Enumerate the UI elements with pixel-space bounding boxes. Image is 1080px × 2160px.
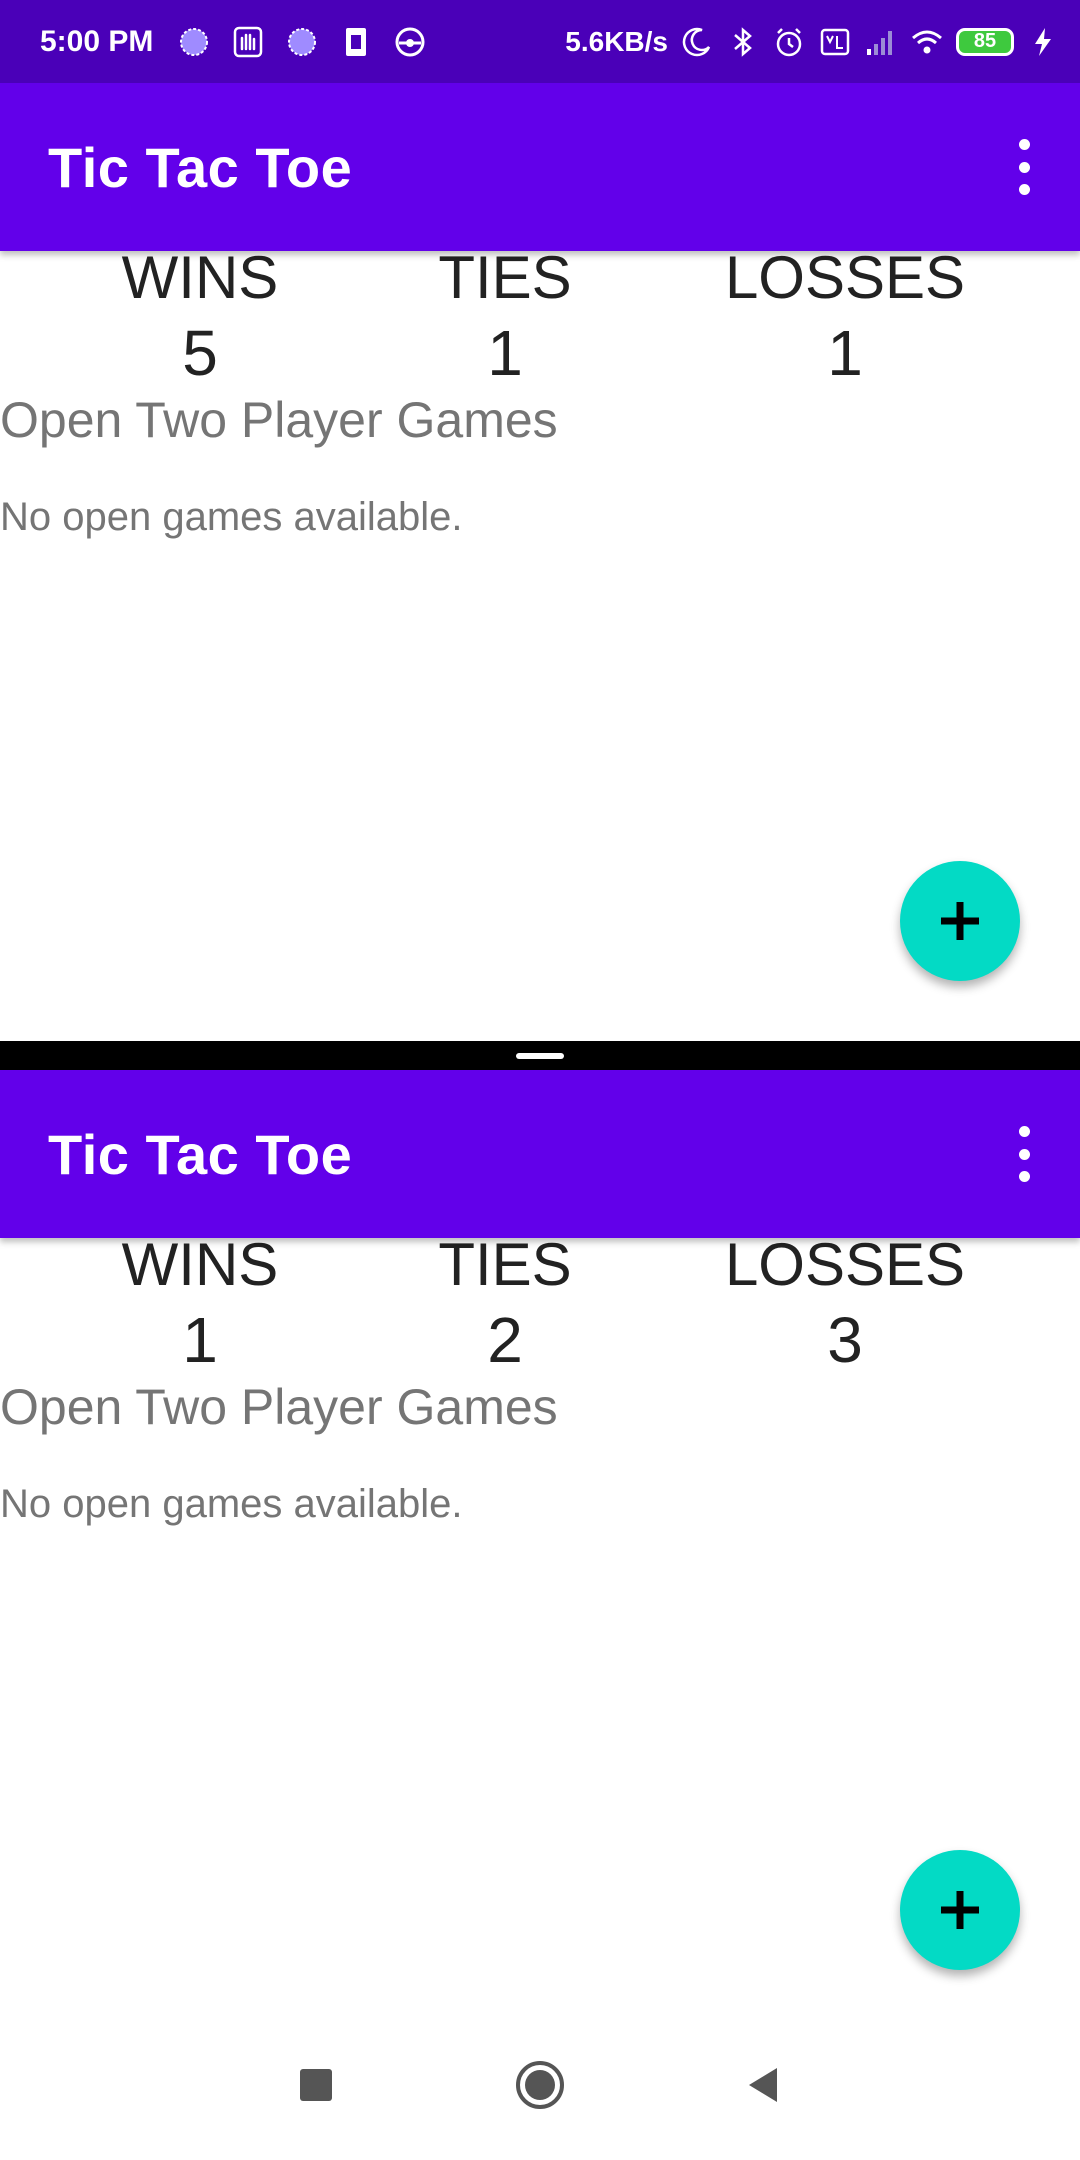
open-games-title: Open Two Player Games: [0, 392, 558, 448]
notification-icons: [177, 25, 427, 59]
plus-icon: [941, 902, 979, 940]
ties-label: TIES: [438, 1231, 572, 1298]
new-game-button[interactable]: [900, 1850, 1020, 1970]
network-speed: 5.6KB/s: [565, 25, 668, 57]
losses-stat: LOSSES 1: [700, 243, 990, 393]
recents-square-icon[interactable]: [286, 2055, 346, 2115]
charging-icon: [1026, 25, 1060, 59]
hand-icon: [231, 25, 265, 59]
open-games-title: Open Two Player Games: [0, 1379, 558, 1435]
top-window: Tic Tac Toe WINS 5 TIES 1 LOSSES 1 Open …: [0, 83, 1080, 1041]
bottom-window: Tic Tac Toe WINS 1 TIES 2 LOSSES 3 Open …: [0, 1070, 1080, 2010]
app-bar: Tic Tac Toe: [0, 1070, 1080, 1238]
ties-stat: TIES 1: [405, 243, 605, 393]
battery-indicator: 85: [956, 27, 1014, 56]
system-status: 5.6KB/s 85: [565, 25, 1060, 59]
ties-stat: TIES 2: [405, 1230, 605, 1380]
volte-icon: [818, 25, 852, 59]
wins-label: WINS: [121, 1231, 279, 1298]
card-app-icon: [339, 25, 373, 59]
more-vert-icon[interactable]: [1004, 1126, 1044, 1182]
wins-value: 1: [182, 1304, 218, 1376]
app-bar: Tic Tac Toe: [0, 83, 1080, 251]
divider-handle[interactable]: [516, 1053, 564, 1059]
ties-value: 1: [487, 317, 523, 389]
app-title: Tic Tac Toe: [48, 136, 353, 199]
no-games-text: No open games available.: [0, 495, 463, 539]
app-title: Tic Tac Toe: [48, 1123, 353, 1186]
status-time: 5:00 PM: [40, 24, 154, 58]
signal-icon: [864, 25, 898, 59]
more-vert-icon[interactable]: [1004, 139, 1044, 195]
new-game-button[interactable]: [900, 861, 1020, 981]
losses-value: 1: [827, 317, 863, 389]
helmet-icon: [393, 25, 427, 59]
bluetooth-icon: [726, 25, 760, 59]
home-circle-icon[interactable]: [510, 2055, 570, 2115]
alarm-icon: [772, 25, 806, 59]
split-screen-divider[interactable]: [0, 1041, 1080, 1070]
wins-stat: WINS 1: [100, 1230, 300, 1380]
losses-label: LOSSES: [724, 244, 966, 311]
ties-value: 2: [487, 1304, 523, 1376]
navigation-bar: [0, 2010, 1080, 2160]
status-bar: 5:00 PM 5.6KB/s 85: [0, 0, 1080, 83]
loading-circle-icon: [285, 25, 319, 59]
wins-label: WINS: [121, 244, 279, 311]
loading-circle-icon: [177, 25, 211, 59]
plus-icon: [941, 1891, 979, 1929]
wins-stat: WINS 5: [100, 243, 300, 393]
losses-value: 3: [827, 1304, 863, 1376]
ties-label: TIES: [438, 244, 572, 311]
moon-icon: [680, 25, 714, 59]
back-triangle-icon[interactable]: [733, 2055, 793, 2115]
no-games-text: No open games available.: [0, 1482, 463, 1526]
wifi-icon: [910, 25, 944, 59]
losses-label: LOSSES: [724, 1231, 966, 1298]
wins-value: 5: [182, 317, 218, 389]
losses-stat: LOSSES 3: [700, 1230, 990, 1380]
